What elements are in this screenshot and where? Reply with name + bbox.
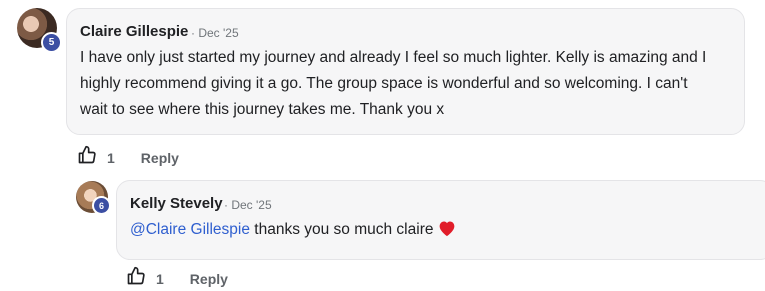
comment-text-line: I have only just started my journey and … (80, 49, 707, 66)
thumbs-up-icon[interactable] (77, 145, 97, 170)
comment-date: · Dec '25 (191, 26, 239, 40)
comment-actions: 1 Reply (77, 145, 179, 170)
level-badge: 6 (92, 196, 111, 215)
level-badge: 5 (41, 32, 62, 53)
reply-text: @Claire Gillespie thanks you so much cla… (130, 217, 457, 246)
reply-text-content: thanks you so much claire (249, 221, 434, 238)
comment-bubble: Claire Gillespie · Dec '25 I have only j… (66, 8, 745, 135)
reply-button[interactable]: Reply (141, 150, 179, 166)
comment-text-line: highly recommend giving it a go. The gro… (80, 75, 688, 92)
mention-link[interactable]: @Claire Gillespie (130, 221, 250, 238)
like-count: 1 (156, 270, 164, 287)
comment-author[interactable]: Claire Gillespie (80, 23, 188, 40)
reply-bubble: Kelly Stevely · Dec '25 @Claire Gillespi… (116, 180, 765, 260)
reply-actions: 1 Reply (126, 266, 228, 291)
reply-date: · Dec '25 (224, 198, 272, 212)
like-count: 1 (107, 149, 115, 166)
thumbs-up-icon[interactable] (126, 266, 146, 291)
comment-text: I have only just started my journey and … (80, 45, 740, 123)
reply-author[interactable]: Kelly Stevely (130, 195, 223, 212)
reply-button[interactable]: Reply (190, 271, 228, 287)
red-heart-icon (437, 219, 457, 246)
comment-text-line: wait to see where this journey takes me.… (80, 101, 445, 118)
